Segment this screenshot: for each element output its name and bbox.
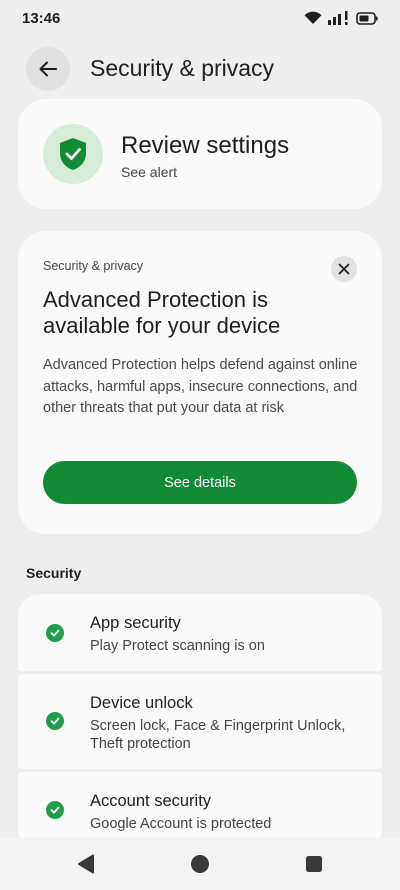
arrow-back-icon <box>39 61 57 77</box>
nav-recents-button[interactable] <box>302 852 326 876</box>
battery-icon <box>356 11 378 25</box>
list-item-title: Account security <box>90 792 212 810</box>
dismiss-button[interactable] <box>331 256 357 282</box>
back-button[interactable] <box>26 47 70 91</box>
status-time: 13:46 <box>22 9 61 27</box>
promo-title: Advanced Protection is available for you… <box>43 287 281 338</box>
nav-home-button[interactable] <box>188 852 212 876</box>
close-icon <box>338 263 350 275</box>
app-bar: Security & privacy <box>0 46 400 92</box>
signal-icon <box>328 11 348 25</box>
list-item-app-security[interactable]: App security Play Protect scanning is on <box>18 594 382 671</box>
advanced-protection-card: Security & privacy Advanced Protection i… <box>18 231 382 534</box>
wifi-icon <box>304 11 322 24</box>
check-circle-icon <box>46 801 64 819</box>
list-item-device-unlock[interactable]: Device unlock Screen lock, Face & Finger… <box>18 674 382 769</box>
shield-check-icon <box>60 138 86 170</box>
review-settings-card[interactable]: Review settings See alert <box>18 99 382 209</box>
triangle-back-icon <box>78 854 94 874</box>
list-item-title: Device unlock <box>90 694 193 712</box>
shield-badge <box>43 124 103 184</box>
square-recents-icon <box>306 856 322 872</box>
status-bar: 13:46 <box>0 0 400 36</box>
promo-body: Advanced Protection helps defend against… <box>43 357 358 416</box>
review-settings-title: Review settings <box>121 132 290 159</box>
list-item-subtitle: Google Account is protected <box>90 816 272 832</box>
page-title: Security & privacy <box>90 55 275 81</box>
system-navigation-bar <box>0 838 400 890</box>
section-heading-security: Security <box>26 565 82 581</box>
promo-eyebrow: Security & privacy <box>43 259 144 273</box>
nav-back-button[interactable] <box>74 852 98 876</box>
review-settings-subtitle: See alert <box>121 164 178 180</box>
status-icons <box>304 11 378 25</box>
see-details-button[interactable]: See details <box>43 461 357 504</box>
list-item-subtitle: Play Protect scanning is on <box>90 638 265 654</box>
check-circle-icon <box>46 712 64 730</box>
list-item-title: App security <box>90 614 181 632</box>
list-item-subtitle: Screen lock, Face & Fingerprint Unlock, … <box>90 718 346 752</box>
check-circle-icon <box>46 624 64 642</box>
circle-home-icon <box>191 855 209 873</box>
